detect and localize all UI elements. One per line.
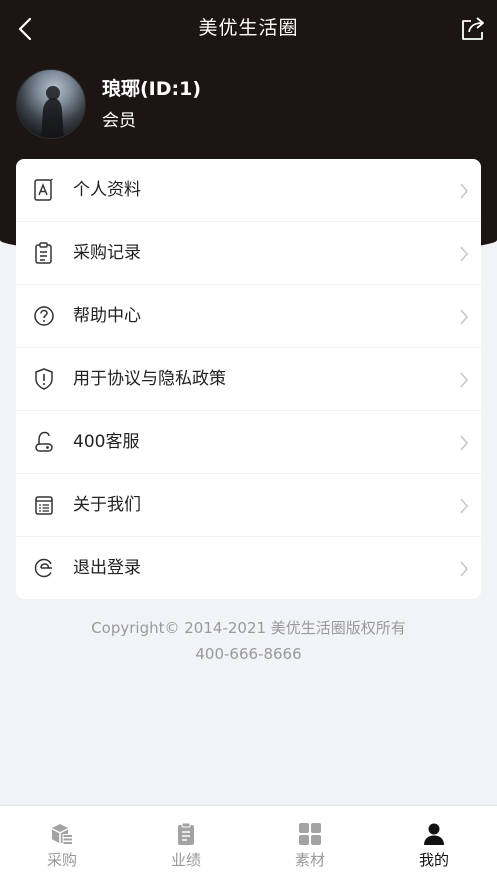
tab-purchase[interactable]: 采购 — [0, 806, 124, 883]
tab-label: 采购 — [46, 851, 77, 869]
menu-item-label: 个人资料 — [73, 180, 141, 200]
me-icon — [424, 823, 444, 845]
menu-item-purchase-records[interactable]: 采购记录 — [16, 222, 481, 285]
page-title: 美优生活圈 — [198, 17, 299, 39]
tab-label: 我的 — [418, 851, 449, 869]
copyright-footer: Copyright© 2014-2021 美优生活圈版权所有 400-666-8… — [0, 615, 497, 667]
about-icon — [35, 496, 53, 515]
avatar[interactable] — [16, 69, 86, 139]
menu-item-customer-service[interactable]: 400客服 — [16, 411, 481, 474]
shield-icon — [35, 368, 53, 390]
navigation-bar: 美优生活圈 — [0, 0, 497, 58]
purchase-icon — [52, 824, 72, 844]
service-phone: 400-666-8666 — [195, 645, 302, 663]
performance-icon — [178, 822, 194, 845]
tab-performance[interactable]: 业绩 — [124, 806, 248, 883]
tab-label: 业绩 — [170, 851, 201, 869]
help-icon — [34, 306, 54, 326]
customer-service-icon — [35, 431, 53, 452]
menu-item-label: 帮助中心 — [73, 306, 141, 326]
bottom-tab-bar: 采购 业绩 素材 我的 — [0, 805, 497, 883]
logout-icon — [34, 558, 52, 578]
profile-icon — [34, 178, 53, 201]
chevron-right-icon — [460, 435, 469, 451]
tab-me[interactable]: 我的 — [372, 806, 496, 883]
menu-item-help-center[interactable]: 帮助中心 — [16, 285, 481, 348]
chevron-right-icon — [460, 498, 469, 514]
copyright-text: Copyright© 2014-2021 美优生活圈版权所有 — [91, 619, 406, 637]
clipboard-icon — [35, 242, 52, 264]
menu-item-label: 采购记录 — [73, 243, 141, 263]
chevron-right-icon — [460, 246, 469, 262]
menu-item-label: 退出登录 — [73, 558, 141, 578]
menu-item-label: 400客服 — [73, 432, 140, 452]
menu-item-label: 用于协议与隐私政策 — [73, 369, 226, 389]
user-name: 琅琊(ID:1) — [102, 78, 202, 100]
chevron-right-icon — [460, 372, 469, 388]
tab-materials[interactable]: 素材 — [248, 806, 372, 883]
chevron-right-icon — [460, 183, 469, 199]
user-role: 会员 — [102, 111, 136, 131]
menu-item-label: 关于我们 — [73, 495, 141, 515]
share-icon[interactable] — [459, 15, 487, 43]
materials-icon — [299, 823, 321, 845]
menu-item-logout[interactable]: 退出登录 — [16, 537, 481, 599]
menu-item-privacy-policy[interactable]: 用于协议与隐私政策 — [16, 348, 481, 411]
chevron-right-icon — [460, 561, 469, 577]
chevron-right-icon — [460, 309, 469, 325]
menu-item-about-us[interactable]: 关于我们 — [16, 474, 481, 537]
tab-label: 素材 — [294, 851, 325, 869]
menu-item-profile[interactable]: 个人资料 — [16, 159, 481, 222]
menu-list: 个人资料 采购记录 帮助中心 用于协议与隐私政策 400客服 关于我们 退出登录 — [16, 159, 481, 599]
